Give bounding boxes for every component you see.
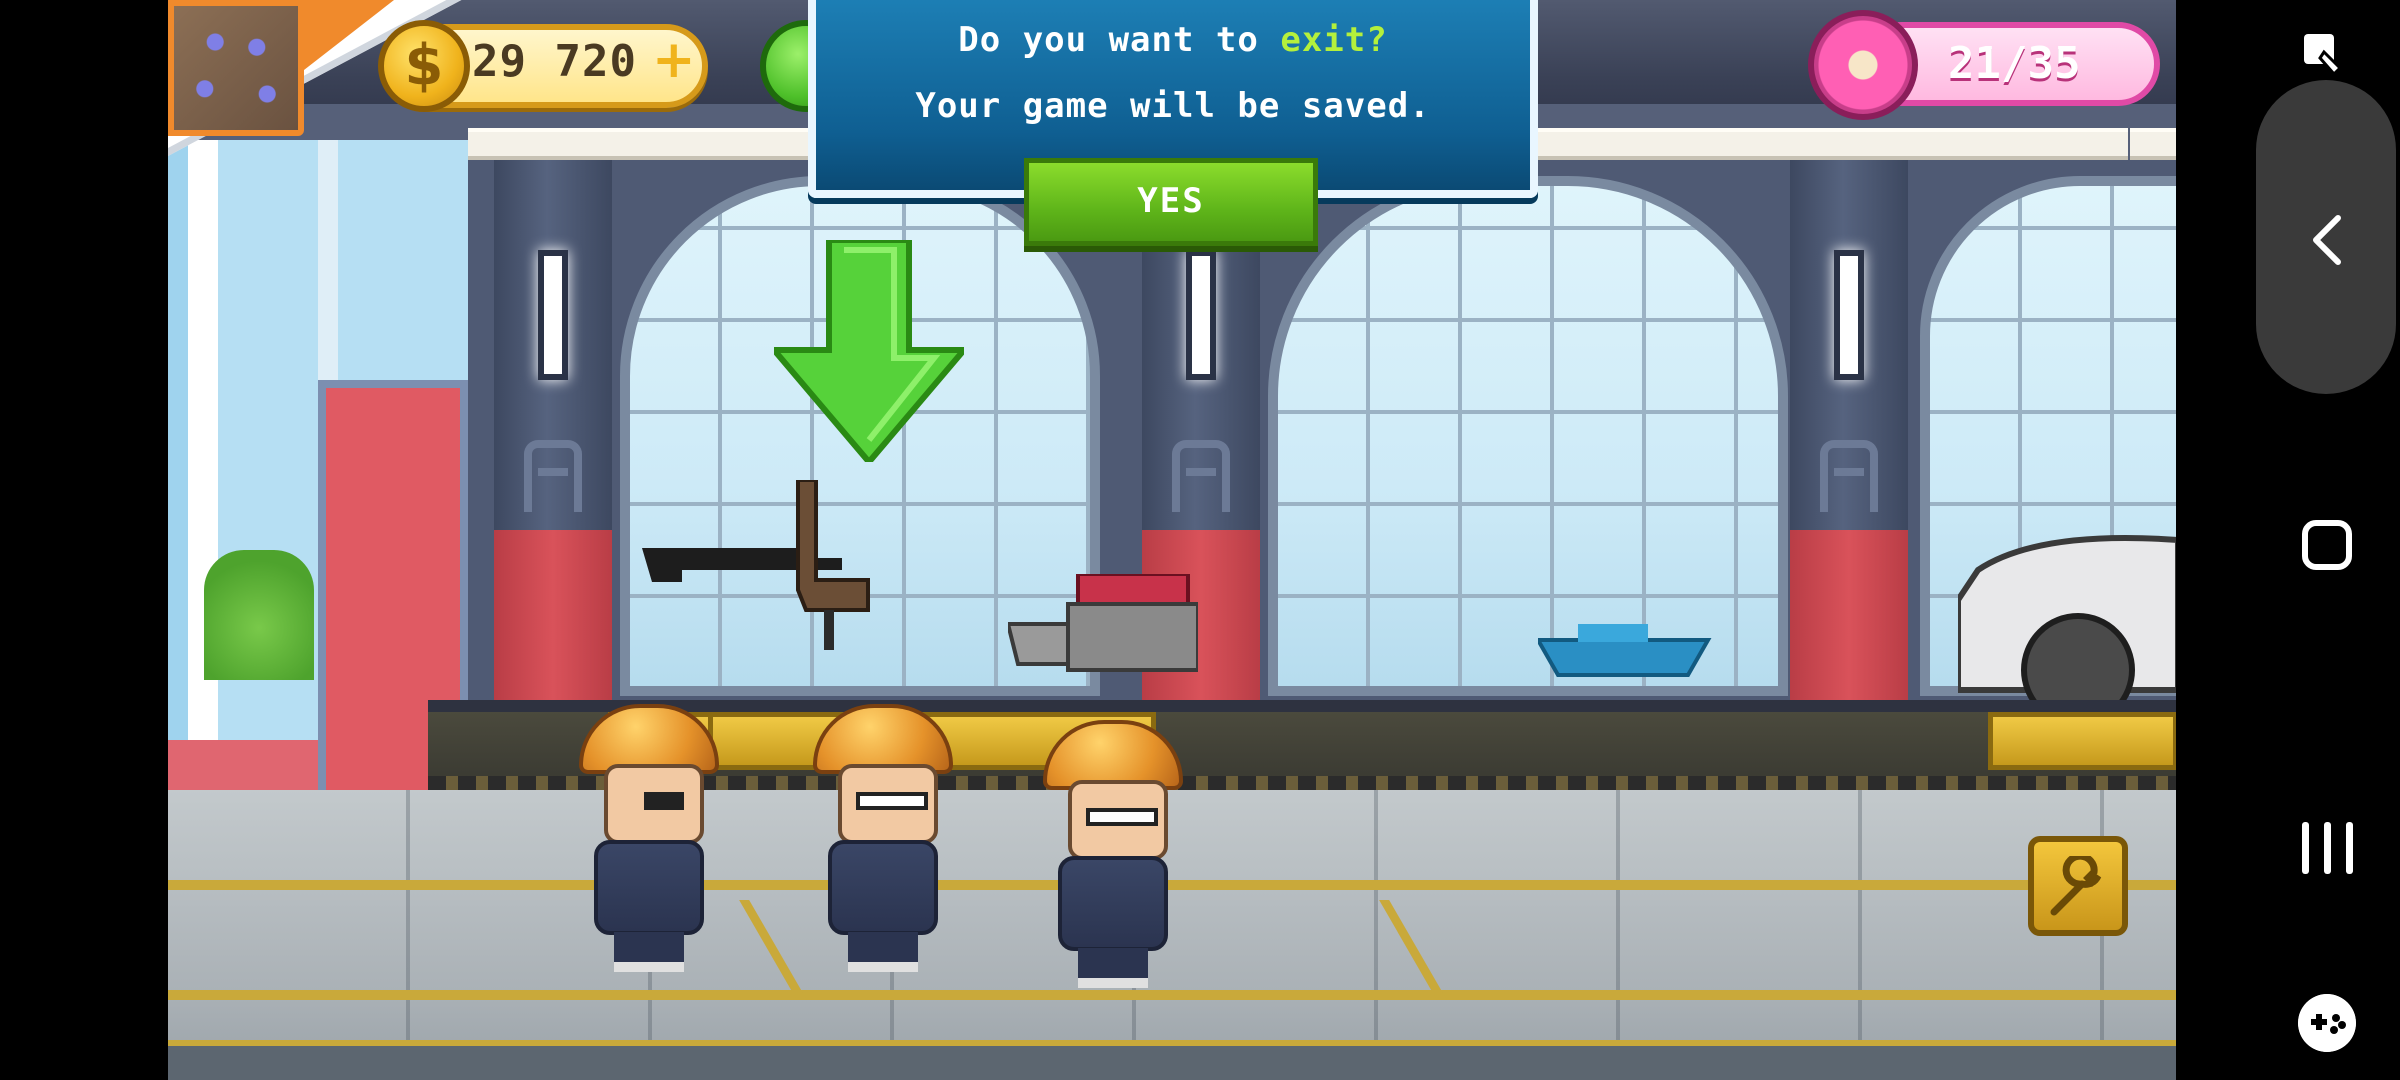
dialog-question-prefix: Do you want to — [958, 20, 1281, 60]
engine-part-icon — [1008, 574, 1198, 672]
screenshot-icon[interactable] — [2300, 30, 2346, 76]
home-icon[interactable] — [2302, 520, 2352, 570]
factory-window — [1268, 176, 1788, 696]
dialog-save-note: Your game will be saved. — [915, 86, 1431, 126]
add-coins-button[interactable]: + — [652, 30, 696, 90]
down-arrow-icon — [774, 240, 964, 462]
game-viewport[interactable]: $ 29 720 + 21/35 Do you want to exit? Yo… — [168, 0, 2176, 1080]
worker-character[interactable] — [808, 704, 958, 974]
ceiling-light-beam — [1748, 128, 1948, 162]
dialog-question: Do you want to exit? — [816, 20, 1530, 60]
bush — [204, 550, 314, 680]
recents-icon[interactable] — [2300, 822, 2356, 874]
worker-character[interactable] — [574, 704, 724, 974]
conveyor-cart — [1988, 712, 2176, 770]
worker-character[interactable] — [1038, 720, 1188, 990]
floor-edge — [168, 1040, 2176, 1080]
coin-value: 29 720 — [472, 36, 637, 87]
boat-part-icon — [1538, 624, 1712, 677]
factory-pillar — [1790, 160, 1908, 760]
back-icon[interactable] — [2298, 210, 2358, 270]
donut-value: 21/35 — [1948, 38, 2081, 89]
game-tools-icon[interactable] — [2298, 994, 2356, 1052]
ceiling-light-beam — [2130, 128, 2176, 162]
dialog-question-accent: exit? — [1280, 20, 1388, 60]
factory-pillar — [494, 160, 612, 760]
donut-icon — [1808, 10, 1918, 120]
wrench-button[interactable] — [2028, 836, 2128, 936]
player-avatar[interactable] — [168, 0, 304, 136]
ceiling-light-beam — [1948, 128, 2128, 162]
car-body-icon — [1958, 535, 2176, 710]
seat-part-icon — [796, 480, 870, 650]
dollar-coin-icon: $ — [378, 20, 470, 112]
yes-button[interactable]: YES — [1024, 158, 1318, 246]
wrench-icon — [2050, 856, 2102, 916]
